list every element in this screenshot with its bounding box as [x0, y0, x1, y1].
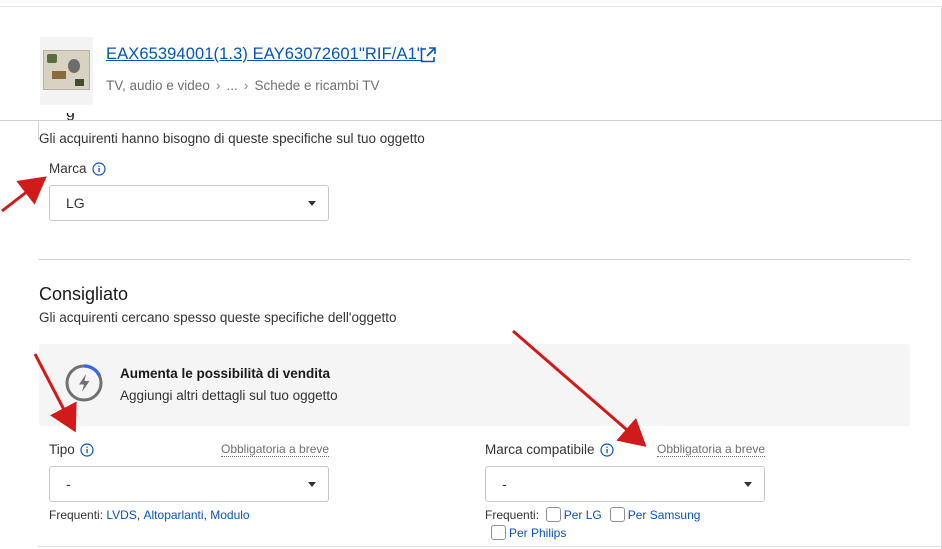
item-thumbnail[interactable]	[40, 37, 93, 105]
compatible-brand-required-soon: Obbligatoria a breve	[657, 442, 766, 457]
recommended-subtitle: Gli acquirenti cercano spesso queste spe…	[39, 310, 397, 325]
compatible-brand-select-value: -	[502, 476, 507, 492]
chip-label: Per LG	[563, 507, 602, 522]
required-title-fragment: g	[66, 113, 75, 120]
frequent-chip-per-samsung[interactable]: Per Samsung	[609, 507, 701, 522]
board-component	[47, 54, 57, 63]
info-icon[interactable]	[91, 161, 106, 176]
brand-select-value: LG	[66, 195, 85, 211]
checkbox-icon[interactable]	[491, 525, 506, 540]
required-subtitle: Gli acquirenti hanno bisogno di queste s…	[39, 131, 425, 146]
promo-subtitle: Aggiungi altri dettagli sul tuo oggetto	[120, 388, 338, 403]
brand-select[interactable]: LG	[49, 185, 329, 221]
dropdown-caret-icon	[744, 482, 752, 487]
promo-title: Aumenta le possibilità di vendita	[120, 366, 331, 381]
checkbox-icon[interactable]	[545, 507, 561, 522]
compatible-brand-select[interactable]: -	[485, 466, 765, 502]
section-divider	[38, 259, 910, 260]
compatible-frequent-label: Frequenti:	[485, 507, 540, 522]
required-section-title-clipped: g	[66, 113, 78, 120]
board-component	[68, 59, 80, 73]
brand-label-text: Marca	[49, 161, 87, 176]
type-label: Tipo	[49, 442, 94, 457]
type-frequent: Frequenti: LVDS, Altoparlanti, Modulo	[49, 508, 250, 522]
compatible-brand-frequent: Frequenti: Per LG Per Samsung	[485, 507, 708, 522]
external-link-icon[interactable]	[418, 45, 438, 65]
promo-banner: Aumenta le possibilità di vendita Aggiun…	[39, 344, 910, 426]
frequent-option-altoparlanti[interactable]: Altoparlanti	[144, 508, 204, 522]
chip-label: Per Philips	[509, 525, 567, 540]
frequent-option-lvds[interactable]: LVDS	[106, 508, 136, 522]
compatible-brand-frequent-row2: Per Philips	[491, 525, 574, 540]
lightning-gauge-icon	[65, 364, 103, 402]
breadcrumb-item-ellipsis[interactable]: ...	[227, 78, 238, 93]
breadcrumb-item-subcategory[interactable]: Schede e ricambi TV	[254, 78, 379, 93]
dropdown-caret-icon	[308, 482, 316, 487]
recommended-section-title: Consigliato	[39, 284, 129, 304]
chevron-right-icon: ›	[215, 77, 221, 93]
breadcrumb-item-category[interactable]: TV, audio e video	[106, 78, 210, 93]
top-border	[0, 6, 942, 7]
info-icon[interactable]	[599, 442, 614, 457]
board-component	[75, 79, 84, 86]
item-title-link[interactable]: EAX65394001(1.3) EAY63072601"RIF/A1"	[106, 45, 423, 64]
frequent-chip-per-philips[interactable]: Per Philips	[491, 525, 566, 540]
checkbox-icon[interactable]	[609, 507, 625, 522]
frequent-option-modulo[interactable]: Modulo	[210, 508, 249, 522]
type-frequent-label: Frequenti:	[49, 508, 104, 522]
chip-label: Per Samsung	[627, 507, 701, 522]
type-select-value: -	[66, 476, 71, 492]
type-select[interactable]: -	[49, 466, 329, 502]
board-component	[52, 71, 66, 79]
frequent-chip-per-lg[interactable]: Per LG	[545, 507, 602, 522]
header-divider	[0, 120, 942, 121]
dropdown-caret-icon	[308, 201, 316, 206]
type-required-soon: Obbligatoria a breve	[221, 442, 330, 457]
compatible-brand-label-text: Marca compatibile	[485, 442, 595, 457]
info-icon[interactable]	[80, 442, 94, 457]
type-label-text: Tipo	[49, 442, 75, 457]
brand-label: Marca	[49, 161, 106, 176]
breadcrumb: TV, audio e video › ... › Schede e ricam…	[106, 77, 380, 93]
annotation-arrow	[1, 176, 47, 213]
compatible-brand-label: Marca compatibile	[485, 442, 614, 457]
bottom-divider	[38, 546, 942, 547]
chevron-right-icon: ›	[243, 77, 249, 93]
